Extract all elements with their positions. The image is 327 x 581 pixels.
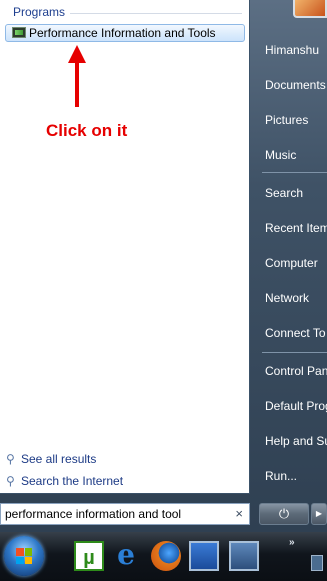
search-the-internet-label: Search the Internet: [21, 474, 124, 488]
see-all-results-label: See all results: [21, 452, 97, 466]
right-item-computer[interactable]: Computer: [257, 250, 327, 276]
start-menu: Programs Performance Information and Too…: [0, 0, 327, 532]
start-search-input[interactable]: performance information and tool ×: [0, 503, 250, 525]
quick-launch-overflow-chevron[interactable]: »: [289, 537, 295, 548]
lock-arrow-icon: ▶: [315, 509, 323, 518]
annotation-arrow-shaft: [75, 60, 79, 107]
section-divider: [70, 13, 242, 14]
right-item-run[interactable]: Run...: [257, 463, 327, 489]
right-item-documents[interactable]: Documents: [257, 72, 327, 98]
right-item-network[interactable]: Network: [257, 285, 327, 311]
search-input-value[interactable]: performance information and tool: [5, 507, 181, 521]
lock-options-button[interactable]: ▶: [311, 503, 327, 525]
right-pane-divider: [262, 352, 327, 353]
right-item-pictures[interactable]: Pictures: [257, 107, 327, 133]
search-the-internet-link[interactable]: ⚲ Search the Internet: [6, 474, 123, 488]
power-icon: ⏻: [278, 506, 290, 521]
programs-section-title: Programs: [13, 5, 66, 19]
taskbar-button-edge[interactable]: [311, 555, 323, 571]
search-results-pane: Programs Performance Information and Too…: [0, 0, 250, 494]
right-item-search[interactable]: Search: [257, 180, 327, 206]
show-desktop-icon[interactable]: [189, 541, 219, 571]
right-item-default-programs[interactable]: Default Programs: [257, 393, 327, 419]
internet-explorer-icon[interactable]: e: [111, 541, 141, 571]
see-all-results-link[interactable]: ⚲ See all results: [6, 452, 96, 466]
result-label: Performance Information and Tools: [29, 26, 216, 40]
utorrent-icon[interactable]: µ: [74, 541, 104, 571]
start-button[interactable]: [4, 536, 44, 576]
right-item-himanshu[interactable]: Himanshu: [257, 37, 327, 63]
power-button[interactable]: ⏻: [259, 503, 309, 525]
programs-result-icon: [12, 27, 26, 38]
right-item-help-and-support[interactable]: Help and Support: [257, 428, 327, 454]
search-glass-icon: ⚲: [6, 474, 15, 488]
right-pane-divider: [262, 172, 327, 173]
search-glass-icon: ⚲: [6, 452, 15, 466]
annotation-label: Click on it: [46, 121, 128, 140]
right-item-music[interactable]: Music: [257, 142, 327, 168]
result-performance-information-and-tools[interactable]: Performance Information and Tools: [5, 24, 245, 42]
right-item-recent-items[interactable]: Recent Items: [257, 215, 327, 241]
switch-windows-icon[interactable]: [229, 541, 259, 571]
user-avatar[interactable]: [293, 0, 327, 18]
right-item-control-panel[interactable]: Control Panel: [257, 358, 327, 384]
clear-search-icon[interactable]: ×: [235, 506, 243, 522]
firefox-icon[interactable]: [151, 541, 181, 571]
right-item-connect-to[interactable]: Connect To: [257, 320, 327, 346]
windows-start-icon: [16, 548, 32, 564]
